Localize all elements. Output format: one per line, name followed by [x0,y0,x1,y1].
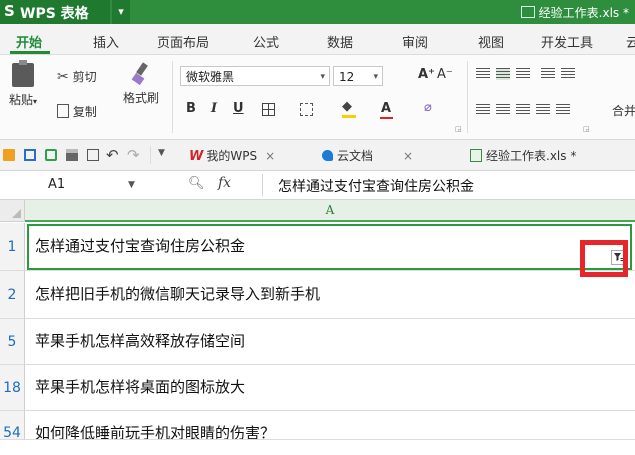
quick-access-toolbar: ↶ ↷ ▼ W 我的WPS × 云文档 × 经验工作表.xls * [0,140,635,171]
tab-view[interactable]: 视图 [478,32,504,51]
align-right-icon[interactable] [516,104,530,116]
group-separator [467,61,468,133]
active-tab-indicator [10,51,50,54]
font-color-swatch [380,117,393,119]
ribbon: 粘贴▾ ✂ 剪切 复制 格式刷 微软雅黑 ▾ 12 ▾ A⁺ A⁻ B I U ◆ … [0,55,635,140]
format-painter-icon [131,63,151,85]
font-name-select[interactable]: 微软雅黑 ▾ [180,66,330,86]
fill-color-icon[interactable]: ◆ [342,99,352,114]
undo-icon[interactable]: ↶ [106,146,119,164]
redo-icon[interactable]: ↷ [127,146,140,164]
app-menu-button[interactable]: S WPS 表格 [0,0,110,24]
print-icon[interactable] [66,149,78,161]
tab-review[interactable]: 审阅 [402,32,428,51]
copy-icon [57,104,69,118]
insert-function-button[interactable]: fx [218,175,231,191]
justify-icon[interactable] [536,104,550,116]
file-icon [520,6,535,18]
cloud-icon [322,150,333,161]
export-pdf-icon[interactable] [45,149,57,161]
row-header[interactable]: 54 [0,411,25,441]
close-tab-icon[interactable]: × [403,149,413,163]
distribute-icon[interactable] [556,104,570,116]
bold-button[interactable]: B [186,101,196,116]
align-top-icon[interactable] [476,68,490,80]
table-cell[interactable]: 苹果手机怎样高效释放存储空间 [25,319,635,365]
align-center-icon[interactable] [496,104,510,116]
font-color-button[interactable]: A [381,101,391,116]
formula-separator [262,174,263,196]
group-separator [172,61,173,133]
window-file-title: 经验工作表.xls * [520,4,629,21]
fill-color-swatch [342,115,356,118]
format-painter-button[interactable]: 格式刷 [118,63,164,106]
tab-my-wps[interactable]: W 我的WPS × [189,146,275,166]
row-header[interactable]: 1 [0,223,25,271]
row-header[interactable]: 2 [0,271,25,319]
tab-developer[interactable]: 开发工具 [541,32,593,51]
align-left-icon[interactable] [476,104,490,116]
copy-button[interactable]: 复制 [57,103,97,120]
app-name: WPS 表格 [20,6,89,22]
select-all-corner[interactable] [0,200,25,222]
row-header[interactable]: 5 [0,319,25,365]
menu-bar: 开始 插入 页面布局 公式 数据 审阅 视图 开发工具 云 [0,24,635,55]
paste-icon [12,60,34,87]
cell-fill-icon[interactable] [300,103,313,116]
indent-decrease-icon[interactable] [541,68,555,80]
tab-list-arrow[interactable]: ▼ [158,148,165,158]
tab-cloud-docs[interactable]: 云文档 × [322,146,413,166]
cut-button[interactable]: ✂ 剪切 [57,68,97,85]
shrink-font-button[interactable]: A⁻ [437,67,453,82]
wps-logo-icon: S [4,2,15,20]
scissors-icon: ✂ [57,69,69,85]
formula-input[interactable]: 怎样通过支付宝查询住房公积金 [278,176,474,196]
folder-icon[interactable] [3,149,15,161]
zoom-icon[interactable]: 🔍︎ [188,176,205,191]
clear-format-icon[interactable]: ⌀ [424,100,432,115]
align-middle-icon[interactable] [496,68,510,80]
tab-home[interactable]: 开始 [16,32,42,51]
tab-formula[interactable]: 公式 [253,32,279,51]
border-icon[interactable] [262,103,275,116]
tab-page-layout[interactable]: 页面布局 [157,32,209,51]
align-bottom-icon[interactable] [516,68,530,80]
font-size-select[interactable]: 12 ▾ [333,66,383,86]
underline-button[interactable]: U [233,101,244,116]
app-menu-arrow[interactable]: ▾ [112,0,130,24]
merge-button[interactable]: 合并 [612,102,635,119]
font-dialog-launcher[interactable]: ◲ [455,125,462,133]
tab-data[interactable]: 数据 [327,32,353,51]
save-icon[interactable] [24,149,36,161]
name-box[interactable]: A1 ▼ [0,174,145,196]
align-dialog-launcher[interactable]: ◲ [583,125,590,133]
highlight-annotation [580,240,628,277]
indent-increase-icon[interactable] [561,68,575,80]
close-tab-icon[interactable]: × [265,149,275,163]
active-cell-border [27,224,632,270]
chevron-down-icon: ▼ [128,180,135,190]
italic-button[interactable]: I [211,101,217,116]
tab-workbook[interactable]: 经验工作表.xls * [470,146,576,166]
table-cell[interactable]: 怎样把旧手机的微信聊天记录导入到新手机 [25,271,635,319]
tab-insert[interactable]: 插入 [93,32,119,51]
grow-font-button[interactable]: A⁺ [418,67,435,82]
table-cell[interactable]: 如何降低睡前玩手机对眼睛的伤害？ [25,411,635,440]
column-header-a[interactable]: A [25,200,635,222]
wps-w-icon: W [189,149,204,164]
tab-cloud[interactable]: 云 [626,32,635,51]
table-cell[interactable]: 苹果手机怎样将桌面的图标放大 [25,365,635,411]
paste-button[interactable]: 粘贴▾ [4,60,42,108]
spreadsheet-icon [470,149,482,162]
toolbar-separator [150,146,151,164]
row-header[interactable]: 18 [0,365,25,411]
preview-icon[interactable] [87,149,99,161]
